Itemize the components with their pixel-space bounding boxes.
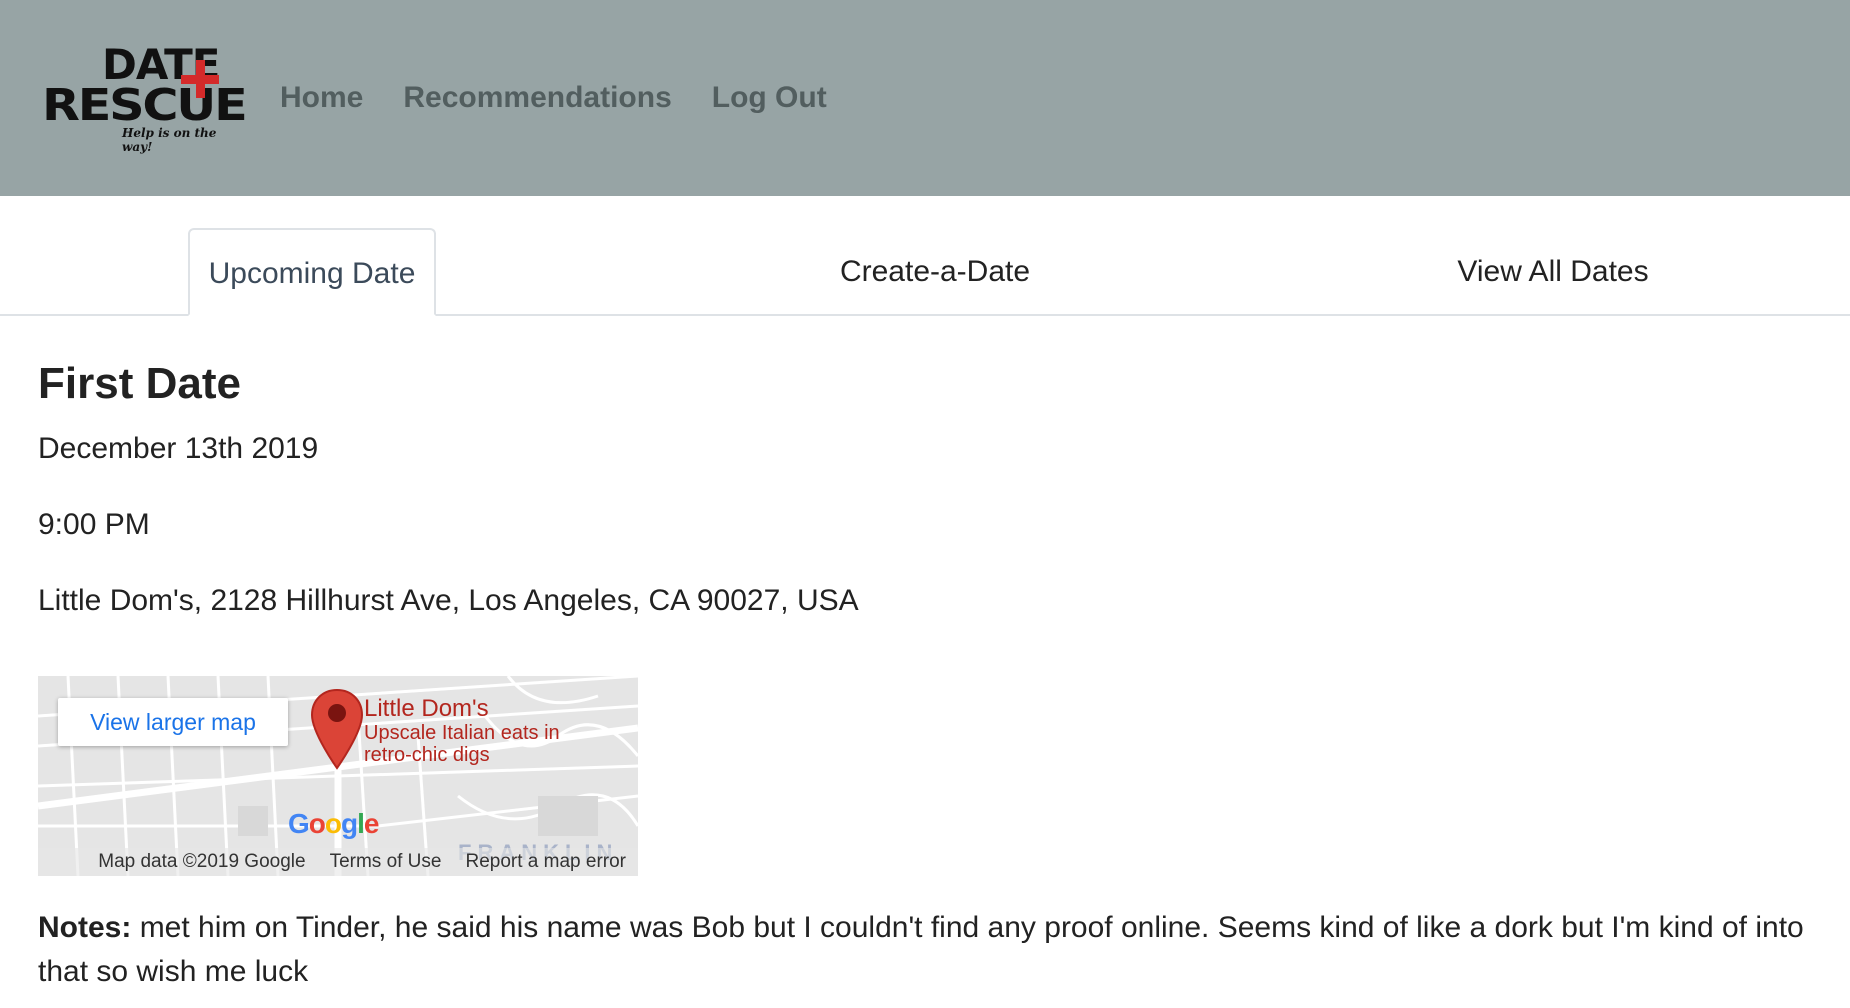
header-bar: DATE RESCUE Help is on the way! Home Rec… bbox=[0, 0, 1850, 196]
map-pin-icon[interactable] bbox=[310, 688, 364, 770]
nav-home-link[interactable]: Home bbox=[280, 76, 363, 120]
date-rescue-logo[interactable]: DATE RESCUE Help is on the way! bbox=[42, 44, 250, 155]
nav-recommendations-link[interactable]: Recommendations bbox=[403, 76, 671, 120]
nav-logout-link[interactable]: Log Out bbox=[712, 76, 827, 120]
tab-create-a-date[interactable]: Create-a-Date bbox=[818, 228, 1052, 316]
map-terms-link[interactable]: Terms of Use bbox=[330, 848, 442, 876]
date-location: Little Dom's, 2128 Hillhurst Ave, Los An… bbox=[38, 584, 859, 617]
map-footer: Map data ©2019 Google Terms of Use Repor… bbox=[38, 848, 638, 876]
date-day: December 13th 2019 bbox=[38, 432, 319, 465]
date-time: 9:00 PM bbox=[38, 508, 150, 541]
view-larger-map-button[interactable]: View larger map bbox=[58, 698, 288, 746]
google-logo[interactable]: Google bbox=[288, 808, 379, 840]
date-notes: Notes: met him on Tinder, he said his na… bbox=[38, 906, 1828, 994]
map-place-description: Upscale Italian eats in retro-chic digs bbox=[364, 722, 560, 766]
map-data-attribution: Map data ©2019 Google bbox=[98, 851, 306, 872]
notes-text: met him on Tinder, he said his name was … bbox=[38, 911, 1804, 988]
embedded-map[interactable]: View larger map Little Dom's Upscale Ita… bbox=[38, 676, 638, 876]
red-cross-icon bbox=[181, 60, 219, 98]
notes-label: Notes: bbox=[38, 911, 132, 944]
upcoming-date-panel: First Date December 13th 2019 9:00 PM Li… bbox=[38, 356, 1828, 617]
logo-tagline: Help is on the way! bbox=[122, 126, 217, 154]
map-report-error-link[interactable]: Report a map error bbox=[465, 848, 626, 876]
main-nav: Home Recommendations Log Out bbox=[280, 76, 827, 120]
map-place-name[interactable]: Little Dom's bbox=[364, 696, 489, 722]
date-title: First Date bbox=[38, 359, 241, 408]
tab-upcoming-date[interactable]: Upcoming Date bbox=[188, 228, 436, 316]
date-tabs: Upcoming Date Create-a-Date View All Dat… bbox=[0, 196, 1850, 316]
tab-view-all-dates[interactable]: View All Dates bbox=[1434, 228, 1672, 316]
